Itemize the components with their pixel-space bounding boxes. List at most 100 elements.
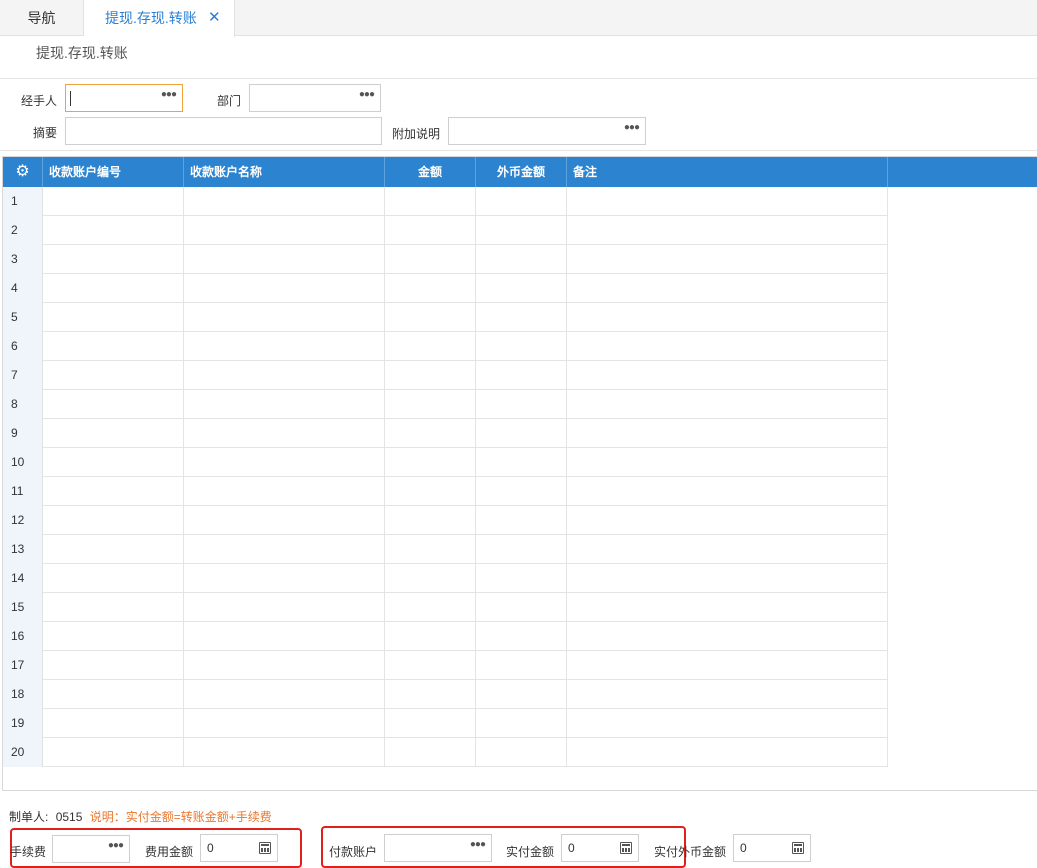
table-cell[interactable] [184,506,385,535]
table-cell[interactable] [476,738,567,767]
table-cell[interactable] [567,274,888,303]
table-cell[interactable] [184,390,385,419]
table-cell[interactable] [385,303,476,332]
table-row[interactable]: 11 [3,477,888,506]
calculator-icon[interactable] [792,842,804,854]
table-cell[interactable] [385,738,476,767]
col-amount[interactable]: 金额 [385,157,476,187]
table-cell[interactable] [476,187,567,216]
paid-amount-input[interactable]: 0 [561,834,639,862]
table-row[interactable]: 19 [3,709,888,738]
table-cell[interactable] [567,419,888,448]
table-cell[interactable] [43,477,184,506]
table-cell[interactable] [476,535,567,564]
table-cell[interactable] [184,274,385,303]
table-row[interactable]: 20 [3,738,888,767]
fee-amount-input[interactable]: 0 [200,834,278,862]
table-cell[interactable] [184,419,385,448]
table-cell[interactable] [43,564,184,593]
table-cell[interactable] [476,709,567,738]
table-cell[interactable] [385,361,476,390]
table-cell[interactable] [385,709,476,738]
table-cell[interactable] [567,332,888,361]
more-icon[interactable]: ●●● [359,89,375,100]
table-cell[interactable] [567,303,888,332]
table-cell[interactable] [184,738,385,767]
table-row[interactable]: 12 [3,506,888,535]
table-cell[interactable] [385,390,476,419]
table-cell[interactable] [184,709,385,738]
pay-account-input[interactable]: ●●● [384,834,492,862]
col-account-name[interactable]: 收款账户名称 [184,157,385,187]
summary-input[interactable] [65,117,382,145]
table-row[interactable]: 6 [3,332,888,361]
calculator-icon[interactable] [620,842,632,854]
table-cell[interactable] [184,564,385,593]
settings-gear-icon[interactable]: ⚙ [3,157,43,187]
table-row[interactable]: 18 [3,680,888,709]
table-row[interactable]: 7 [3,361,888,390]
table-cell[interactable] [476,680,567,709]
table-row[interactable]: 10 [3,448,888,477]
table-cell[interactable] [476,419,567,448]
table-row[interactable]: 1 [3,187,888,216]
table-cell[interactable] [476,274,567,303]
more-icon[interactable]: ●●● [624,122,640,133]
table-cell[interactable] [476,448,567,477]
table-cell[interactable] [385,593,476,622]
table-cell[interactable] [43,535,184,564]
table-cell[interactable] [567,564,888,593]
table-cell[interactable] [184,477,385,506]
table-cell[interactable] [43,216,184,245]
table-cell[interactable] [567,361,888,390]
table-cell[interactable] [385,564,476,593]
tab-navigation[interactable]: 导航 [0,0,84,36]
table-cell[interactable] [385,535,476,564]
paid-fx-input[interactable]: 0 [733,834,811,862]
table-cell[interactable] [567,506,888,535]
table-cell[interactable] [43,245,184,274]
more-icon[interactable]: ●●● [161,89,177,100]
table-cell[interactable] [476,651,567,680]
table-cell[interactable] [385,245,476,274]
table-cell[interactable] [567,651,888,680]
table-row[interactable]: 17 [3,651,888,680]
table-cell[interactable] [476,593,567,622]
table-cell[interactable] [567,593,888,622]
table-cell[interactable] [476,216,567,245]
table-cell[interactable] [476,622,567,651]
table-cell[interactable] [385,477,476,506]
table-cell[interactable] [184,680,385,709]
table-cell[interactable] [184,361,385,390]
table-row[interactable]: 16 [3,622,888,651]
table-row[interactable]: 8 [3,390,888,419]
table-cell[interactable] [567,738,888,767]
more-icon[interactable]: ●●● [108,840,124,851]
table-cell[interactable] [385,680,476,709]
table-cell[interactable] [43,361,184,390]
table-cell[interactable] [184,622,385,651]
table-row[interactable]: 4 [3,274,888,303]
table-cell[interactable] [43,187,184,216]
table-cell[interactable] [385,448,476,477]
table-cell[interactable] [567,448,888,477]
table-cell[interactable] [43,332,184,361]
table-cell[interactable] [476,506,567,535]
table-cell[interactable] [385,651,476,680]
table-row[interactable]: 14 [3,564,888,593]
table-cell[interactable] [184,535,385,564]
table-row[interactable]: 13 [3,535,888,564]
table-row[interactable]: 9 [3,419,888,448]
calculator-icon[interactable] [259,842,271,854]
table-cell[interactable] [385,187,476,216]
table-cell[interactable] [385,622,476,651]
table-cell[interactable] [567,245,888,274]
table-cell[interactable] [43,506,184,535]
col-fx-amount[interactable]: 外币金额 [476,157,567,187]
table-cell[interactable] [184,216,385,245]
tab-withdraw-deposit-transfer[interactable]: 提现.存现.转账 ✕ [84,0,235,37]
table-cell[interactable] [567,187,888,216]
table-cell[interactable] [43,738,184,767]
table-cell[interactable] [184,332,385,361]
table-row[interactable]: 2 [3,216,888,245]
